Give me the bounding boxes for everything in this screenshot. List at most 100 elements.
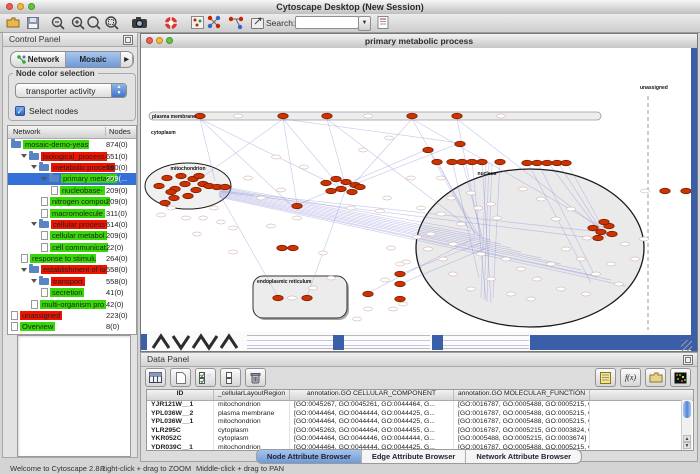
tree-row-count: 264(0): [106, 254, 128, 263]
table-column-header[interactable]: annotation.GO CELLULAR_COMPONENT: [290, 390, 454, 400]
select-attributes-icon[interactable]: [195, 368, 216, 387]
tree-row[interactable]: cellular process614(0): [8, 219, 136, 230]
zoom-selected-region-icon[interactable]: [104, 15, 119, 30]
scroll-down-icon[interactable]: ▼: [683, 442, 691, 449]
tree-row[interactable]: Overview8(0): [8, 321, 136, 332]
edit-box-icon[interactable]: [250, 15, 265, 30]
notes-icon[interactable]: [595, 368, 616, 387]
tree-row[interactable]: mosaic-demo-yeast874(0): [8, 139, 136, 150]
resize-grip-icon[interactable]: [681, 340, 692, 351]
table-column-header[interactable]: annotation.GO MOLECULAR_FUNCTION: [454, 390, 590, 400]
float-panel-icon[interactable]: [123, 35, 133, 45]
unselect-attributes-icon[interactable]: [220, 368, 241, 387]
table-column-header[interactable]: [590, 390, 683, 400]
help-lifering-icon[interactable]: [163, 15, 178, 30]
table-row[interactable]: YPL036W__1mitochondrion[GO:0044464, GO:0…: [147, 418, 693, 427]
tree-row-count: 209(0): [106, 231, 128, 240]
graph-node: [467, 159, 477, 164]
strip-pattern: [443, 335, 529, 349]
svg-text:nucleus: nucleus: [478, 171, 497, 177]
camera-snapshot-icon[interactable]: [132, 15, 147, 30]
graph-node: [292, 203, 302, 208]
zoom-fit-icon[interactable]: [86, 15, 101, 30]
tree-row-label: nitrogen compou: [50, 197, 110, 206]
attribute-editor-icon[interactable]: [376, 15, 391, 30]
table-scrollbar[interactable]: ▲ ▼: [681, 400, 692, 450]
tree-row[interactable]: transport558(0): [8, 276, 136, 287]
scrollbar-thumb[interactable]: [683, 401, 691, 418]
annotation-icon[interactable]: [190, 15, 205, 30]
tree-row-label: unassigned: [20, 311, 62, 320]
import-attributes-icon[interactable]: [645, 368, 666, 387]
tree-row[interactable]: cellular metabol209(0): [8, 230, 136, 241]
network-window-titlebar[interactable]: primary metabolic process: [141, 34, 697, 49]
tab-overflow-arrow-icon[interactable]: ▶: [121, 52, 133, 67]
network-canvas[interactable]: plasma membranecytoplasmmitochondrionnuc…: [141, 48, 691, 331]
tree-row[interactable]: multi-organism pro42(0): [8, 298, 136, 309]
tab-mosaic[interactable]: Mosaic: [66, 52, 121, 67]
tree-row[interactable]: response to stimulu 264(0): [8, 253, 136, 264]
expand-arrow-icon[interactable]: [31, 279, 37, 283]
tree-row[interactable]: macromolecule311(0): [8, 207, 136, 218]
tree-row[interactable]: nitrogen compou209(0): [8, 196, 136, 207]
tree-col-network: Network: [13, 127, 41, 136]
table-column-header[interactable]: ID: [147, 390, 214, 400]
function-builder-icon[interactable]: f(x): [620, 368, 641, 387]
strip-block: [333, 335, 344, 350]
expand-arrow-icon[interactable]: [31, 165, 37, 169]
table-cell: [GO:0044464, GO:0044446, GO:0044444, G..…: [290, 435, 454, 444]
expand-arrow-icon[interactable]: [21, 154, 27, 158]
table-row[interactable]: YJR121W__1mitochondrion[GO:0045267, GO:0…: [147, 401, 693, 410]
new-attribute-icon[interactable]: [170, 368, 191, 387]
save-icon[interactable]: [25, 15, 40, 30]
tree-row[interactable]: metabolic process280(0): [8, 162, 136, 173]
expand-arrow-icon[interactable]: [41, 177, 47, 181]
status-hint-pan: Middle-click + drag to PAN: [196, 464, 284, 473]
zoom-in-icon[interactable]: [70, 15, 85, 30]
table-row[interactable]: YKR052Ccytoplasm[GO:0044464, GO:0044446,…: [147, 435, 693, 444]
control-panel-tabs: Network Mosaic ▶: [10, 51, 134, 68]
matrix-heatmap-icon[interactable]: [670, 368, 691, 387]
zoom-out-icon[interactable]: [50, 15, 65, 30]
float-panel-icon[interactable]: [683, 355, 693, 365]
tree-row[interactable]: unassigned223(0): [8, 310, 136, 321]
expand-arrow-icon[interactable]: [31, 222, 37, 226]
select-nodes-checkbox[interactable]: ✓: [15, 106, 25, 116]
tree-row[interactable]: cell communicat22(0): [8, 242, 136, 253]
attribute-table-icon[interactable]: [145, 368, 166, 387]
tree-row-count: 651(0): [106, 152, 128, 161]
tree-row[interactable]: primary metabo209(...: [8, 173, 136, 184]
table-cell: [590, 435, 683, 444]
tree-row-label: cell communicat: [50, 243, 108, 252]
table-cell: [GO:0044464, GO:0044444, GO:0044425, G..…: [290, 410, 454, 419]
tree-row[interactable]: establishment of lo558(0): [8, 264, 136, 275]
search-input[interactable]: [295, 16, 359, 29]
graph-node: [432, 159, 442, 164]
table-row[interactable]: YPL036W__2plasma membrane[GO:0044464, GO…: [147, 410, 693, 419]
graph-node: [355, 184, 365, 189]
tree-row-label: response to stimulu: [30, 254, 96, 263]
birdseye-view[interactable]: [17, 335, 131, 457]
expand-arrow-icon[interactable]: [21, 268, 27, 272]
app-titlebar: Cytoscape Desktop (New Session): [0, 0, 700, 15]
tree-row[interactable]: secretion41(0): [8, 287, 136, 298]
table-row[interactable]: YLR295Ccytoplasm[GO:0045263, GO:0044464,…: [147, 427, 693, 436]
region-nucleus: [416, 169, 644, 327]
open-icon[interactable]: [5, 15, 20, 30]
scroll-up-icon[interactable]: ▲: [683, 435, 691, 442]
delete-attribute-icon[interactable]: [245, 368, 266, 387]
tab-network[interactable]: Network: [11, 52, 66, 67]
network-layout-a-icon[interactable]: [206, 15, 221, 30]
attribute-table-body: YJR121W__1mitochondrion[GO:0045267, GO:0…: [147, 401, 693, 451]
table-column-header[interactable]: _cellularLayoutRegion: [214, 390, 290, 400]
tree-row[interactable]: biological_process651(0): [8, 150, 136, 161]
node-color-dropdown[interactable]: transporter activity ▲▼: [15, 83, 127, 98]
tree-row-count: 614(0): [106, 220, 128, 229]
tree-row[interactable]: nucleobase-209(0): [8, 185, 136, 196]
network-layout-b-icon[interactable]: [228, 15, 243, 30]
attribute-table[interactable]: ID_cellularLayoutRegionannotation.GO CEL…: [146, 389, 694, 451]
search-dropdown-icon[interactable]: ▼: [358, 16, 371, 31]
table-cell: [GO:0045263, GO:0044464, GO:0044455, G..…: [290, 427, 454, 436]
graph-node: [477, 159, 487, 164]
select-nodes-label: Select nodes: [29, 106, 78, 116]
